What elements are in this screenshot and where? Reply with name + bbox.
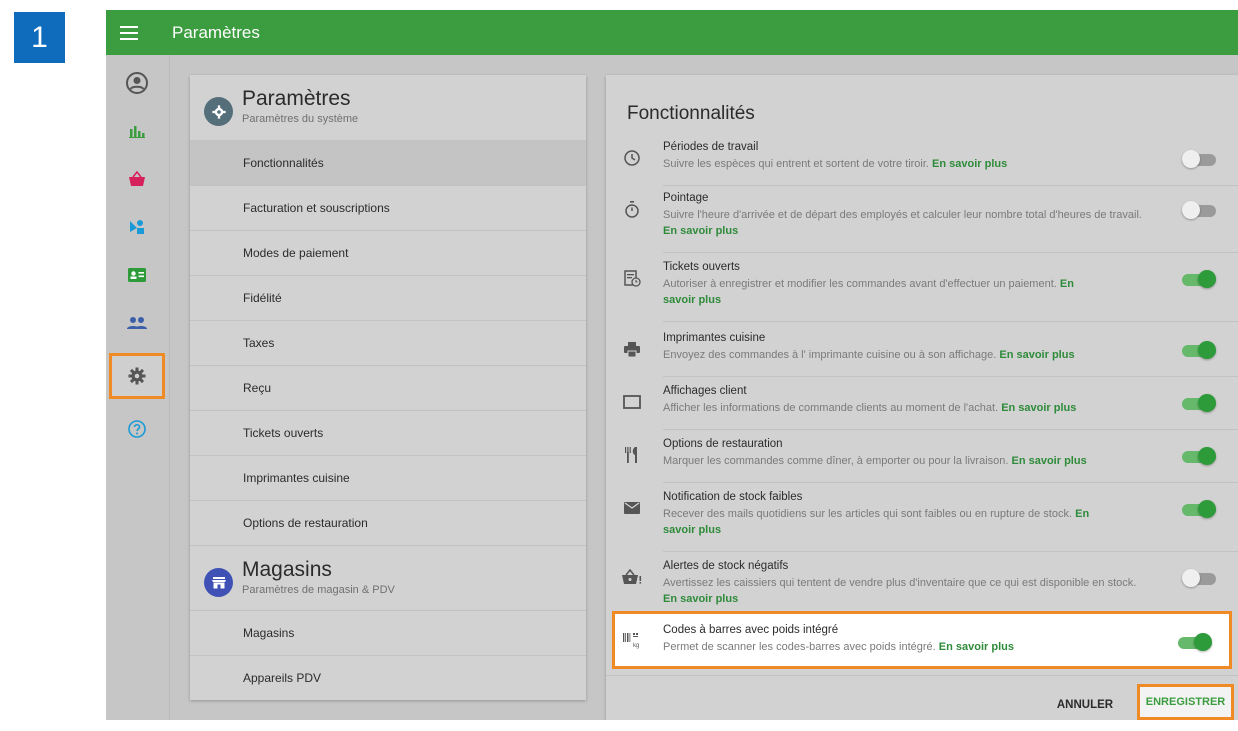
feature-title: Codes à barres avec poids intégré: [663, 624, 839, 636]
stores-section-subtitle: Paramètres de magasin & PDV: [242, 584, 395, 596]
menu-item-label: Appareils PDV: [243, 671, 322, 685]
barcode-weight-icon: kg: [620, 629, 644, 653]
feature-title: Affichages client: [663, 385, 747, 397]
feature-title: Notification de stock faibles: [663, 491, 803, 503]
utensils-icon: [620, 443, 644, 467]
feature-toggle[interactable]: [1182, 200, 1216, 220]
stores-section-header: Magasins Paramètres de magasin & PDV: [190, 545, 586, 613]
menu-item-kitchen-printers[interactable]: Imprimantes cuisine: [190, 455, 586, 500]
feature-title: Pointage: [663, 192, 709, 204]
menu-item-taxes[interactable]: Taxes: [190, 320, 586, 365]
features-title: Fonctionnalités: [627, 103, 755, 124]
learn-more-link[interactable]: En savoir plus: [663, 593, 738, 605]
hamburger-icon[interactable]: [106, 10, 152, 55]
ticket-clock-icon: [620, 266, 644, 290]
settings-section-title: Paramètres: [242, 87, 351, 110]
learn-more-link[interactable]: En savoir plus: [1012, 455, 1087, 467]
menu-item-label: Options de restauration: [243, 516, 368, 530]
learn-more-link[interactable]: En savoir plus: [939, 641, 1014, 653]
monitor-icon: [620, 390, 644, 414]
basket-alert-icon: [620, 565, 644, 589]
learn-more-link[interactable]: En savoir plus: [932, 158, 1007, 170]
learn-more-link[interactable]: En savoir plus: [1001, 402, 1076, 414]
shapes-icon[interactable]: [116, 207, 158, 247]
menu-item-label: Tickets ouverts: [243, 426, 324, 440]
menu-item-payment-types[interactable]: Modes de paiement: [190, 230, 586, 275]
menu-item-label: Magasins: [243, 626, 295, 640]
step-number-badge: 1: [14, 12, 65, 63]
settings-section-subtitle: Paramètres du système: [242, 113, 359, 125]
feature-description: Afficher les informations de commande cl…: [663, 402, 1077, 414]
cancel-button[interactable]: ANNULER: [1042, 690, 1128, 720]
feature-title: Périodes de travail: [663, 141, 759, 153]
bar-chart-icon[interactable]: [116, 111, 158, 151]
svg-text:kg: kg: [633, 643, 639, 649]
feature-description: Envoyez des commandes à l' imprimante cu…: [663, 349, 1075, 361]
learn-more-link[interactable]: En savoir plus: [663, 225, 738, 237]
settings-menu-card: Paramètres Paramètres du système Fonctio…: [190, 75, 586, 700]
feature-description: Marquer les commandes comme dîner, à emp…: [663, 455, 1087, 467]
settings-section-header: Paramètres Paramètres du système: [190, 75, 586, 143]
menu-item-label: Taxes: [243, 336, 275, 350]
menu-item-billing[interactable]: Facturation et souscriptions: [190, 185, 586, 230]
nav-rail: [106, 55, 170, 720]
feature-title: Alertes de stock négatifs: [663, 560, 789, 572]
feature-title: Tickets ouverts: [663, 261, 740, 273]
feature-title: Imprimantes cuisine: [663, 332, 766, 344]
feature-description: Permet de scanner les codes-barres avec …: [663, 641, 1014, 653]
feature-description: Suivre les espèces qui entrent et sorten…: [663, 158, 1008, 170]
gear-icon[interactable]: [109, 353, 165, 399]
basket-icon[interactable]: [116, 159, 158, 199]
menu-item-loyalty[interactable]: Fidélité: [190, 275, 586, 320]
top-app-bar: Paramètres: [106, 10, 1238, 55]
menu-item-label: Fidélité: [243, 291, 282, 305]
feature-toggle[interactable]: [1182, 340, 1216, 360]
menu-item-label: Fonctionnalités: [243, 156, 324, 170]
stores-section-title: Magasins: [242, 558, 332, 581]
save-button[interactable]: ENREGISTRER: [1137, 684, 1234, 720]
menu-item-label: Facturation et souscriptions: [243, 201, 390, 215]
people-icon[interactable]: [116, 303, 158, 343]
app-window: Paramètres Paramètres Paramètres du syst…: [106, 10, 1238, 720]
feature-description: Suivre l'heure d'arrivée et de départ de…: [663, 209, 1142, 237]
menu-item-label: Imprimantes cuisine: [243, 471, 350, 485]
feature-toggle[interactable]: [1182, 393, 1216, 413]
menu-item-receipt[interactable]: Reçu: [190, 365, 586, 410]
menu-item-dining-options[interactable]: Options de restauration: [190, 500, 586, 545]
printer-icon: [620, 337, 644, 361]
learn-more-link[interactable]: En savoir plus: [999, 349, 1074, 361]
feature-toggle[interactable]: [1182, 499, 1216, 519]
account-circle-icon[interactable]: [116, 63, 158, 103]
contact-card-icon[interactable]: [116, 255, 158, 295]
menu-item-open-tickets[interactable]: Tickets ouverts: [190, 410, 586, 455]
feature-title: Options de restauration: [663, 438, 783, 450]
clock-icon: [620, 146, 644, 170]
stopwatch-icon: [620, 197, 644, 221]
menu-item-label: Modes de paiement: [243, 246, 349, 260]
feature-toggle[interactable]: [1182, 446, 1216, 466]
menu-item-features[interactable]: Fonctionnalités: [190, 140, 586, 185]
menu-item-stores[interactable]: Magasins: [190, 610, 586, 655]
feature-toggle[interactable]: [1182, 269, 1216, 289]
features-card: Fonctionnalités Périodes de travail Suiv…: [606, 75, 1238, 720]
store-icon: [204, 568, 233, 597]
help-icon[interactable]: [116, 409, 158, 449]
menu-item-label: Reçu: [243, 381, 272, 395]
feature-toggle[interactable]: [1182, 568, 1216, 588]
mail-icon: [620, 496, 644, 520]
feature-description: Autoriser à enregistrer et modifier les …: [663, 278, 1074, 306]
page-title: Paramètres: [172, 22, 260, 42]
feature-toggle[interactable]: [1182, 149, 1216, 169]
feature-toggle[interactable]: [1178, 632, 1212, 652]
footer-divider: [606, 675, 1238, 676]
gear-icon: [204, 97, 233, 126]
feature-description: Avertissez les caissiers qui tentent de …: [663, 577, 1137, 605]
menu-item-pos-devices[interactable]: Appareils PDV: [190, 655, 586, 700]
feature-description: Recever des mails quotidiens sur les art…: [663, 508, 1090, 536]
